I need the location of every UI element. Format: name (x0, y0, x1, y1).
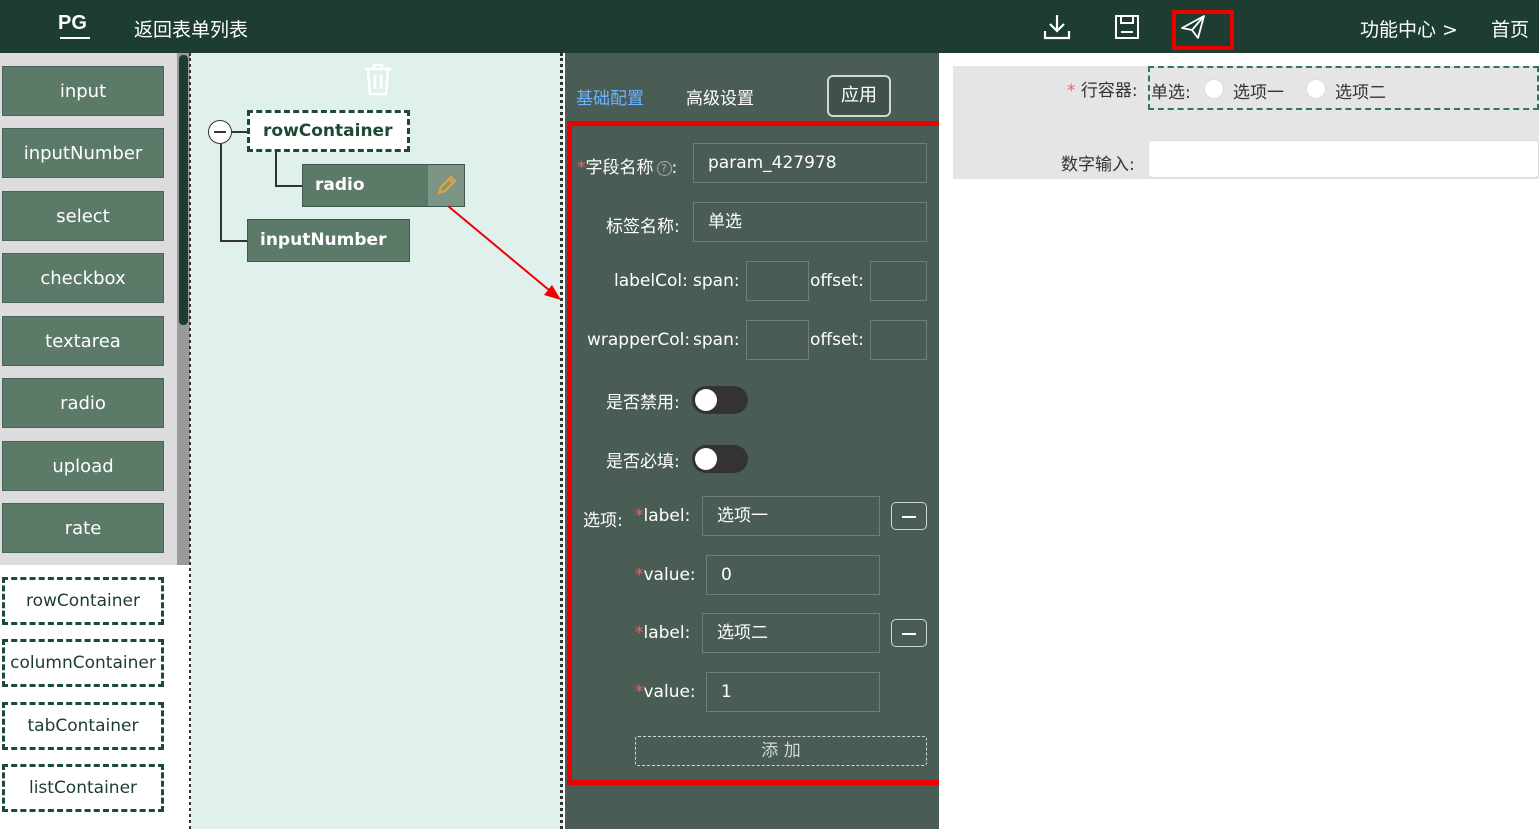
radio-option-1[interactable] (1204, 79, 1224, 99)
collapse-toggle-icon[interactable] (208, 120, 232, 144)
logo-underline (60, 37, 90, 39)
apply-button[interactable]: 应用 (827, 75, 891, 117)
component-tree: rowContainer radio inputNumber (191, 53, 563, 829)
palette-input[interactable]: input (2, 66, 164, 116)
tree-node-input-number[interactable]: inputNumber (247, 219, 410, 262)
tree-line (275, 185, 302, 187)
component-palette: input inputNumber select checkbox textar… (0, 53, 192, 829)
send-button-highlight (1172, 10, 1234, 50)
tree-line (232, 131, 247, 133)
palette-radio[interactable]: radio (2, 378, 164, 428)
palette-scrollbar-thumb[interactable] (179, 55, 188, 325)
back-to-form-list-link[interactable]: 返回表单列表 (134, 15, 248, 42)
function-center-link[interactable]: 功能中心 > (1360, 15, 1458, 42)
palette-rate[interactable]: rate (2, 503, 164, 553)
download-icon[interactable] (1042, 12, 1072, 42)
form-preview: * 行容器: 单选: 选项一 选项二 数字输入: (939, 53, 1539, 829)
tree-node-radio-label: radio (315, 175, 365, 195)
radio-prefix-label: 单选: (1151, 83, 1191, 103)
palette-upload[interactable]: upload (2, 441, 164, 491)
palette-input-number[interactable]: inputNumber (2, 128, 164, 178)
palette-scroll-area: input inputNumber select checkbox textar… (0, 53, 190, 565)
save-icon[interactable] (1112, 12, 1142, 42)
logo: PG (58, 12, 92, 40)
number-input-field[interactable] (1148, 140, 1539, 178)
trash-icon[interactable] (361, 61, 395, 97)
radio-option-1-label: 选项一 (1233, 83, 1284, 103)
config-highlight-box (567, 121, 958, 785)
palette-list-container[interactable]: listContainer (2, 764, 164, 812)
annotation-arrow (447, 205, 561, 300)
preview-row-container: * 行容器: 单选: 选项一 选项二 数字输入: (953, 66, 1539, 179)
home-link[interactable]: 首页 (1491, 15, 1529, 42)
tree-line (220, 144, 222, 240)
tree-node-row-container[interactable]: rowContainer (247, 110, 410, 152)
radio-option-2[interactable] (1306, 79, 1326, 99)
tab-basic-config[interactable]: 基础配置 (576, 84, 644, 109)
palette-column-container[interactable]: columnContainer (2, 639, 164, 687)
number-input-label: 数字输入: (1061, 155, 1135, 175)
top-bar: PG 返回表单列表 功能中心 > 首页 (0, 0, 1539, 53)
preview-radio-group[interactable]: 单选: 选项一 选项二 (1148, 66, 1539, 110)
palette-textarea[interactable]: textarea (2, 316, 164, 366)
palette-checkbox[interactable]: checkbox (2, 253, 164, 303)
tree-line (220, 240, 247, 242)
tab-advanced-settings[interactable]: 高级设置 (686, 84, 754, 109)
row-container-label: * 行容器: (1067, 81, 1138, 101)
radio-option-2-label: 选项二 (1335, 83, 1386, 103)
tree-line (275, 152, 277, 185)
palette-row-container[interactable]: rowContainer (2, 577, 164, 625)
palette-tab-container[interactable]: tabContainer (2, 702, 164, 750)
palette-select[interactable]: select (2, 191, 164, 241)
